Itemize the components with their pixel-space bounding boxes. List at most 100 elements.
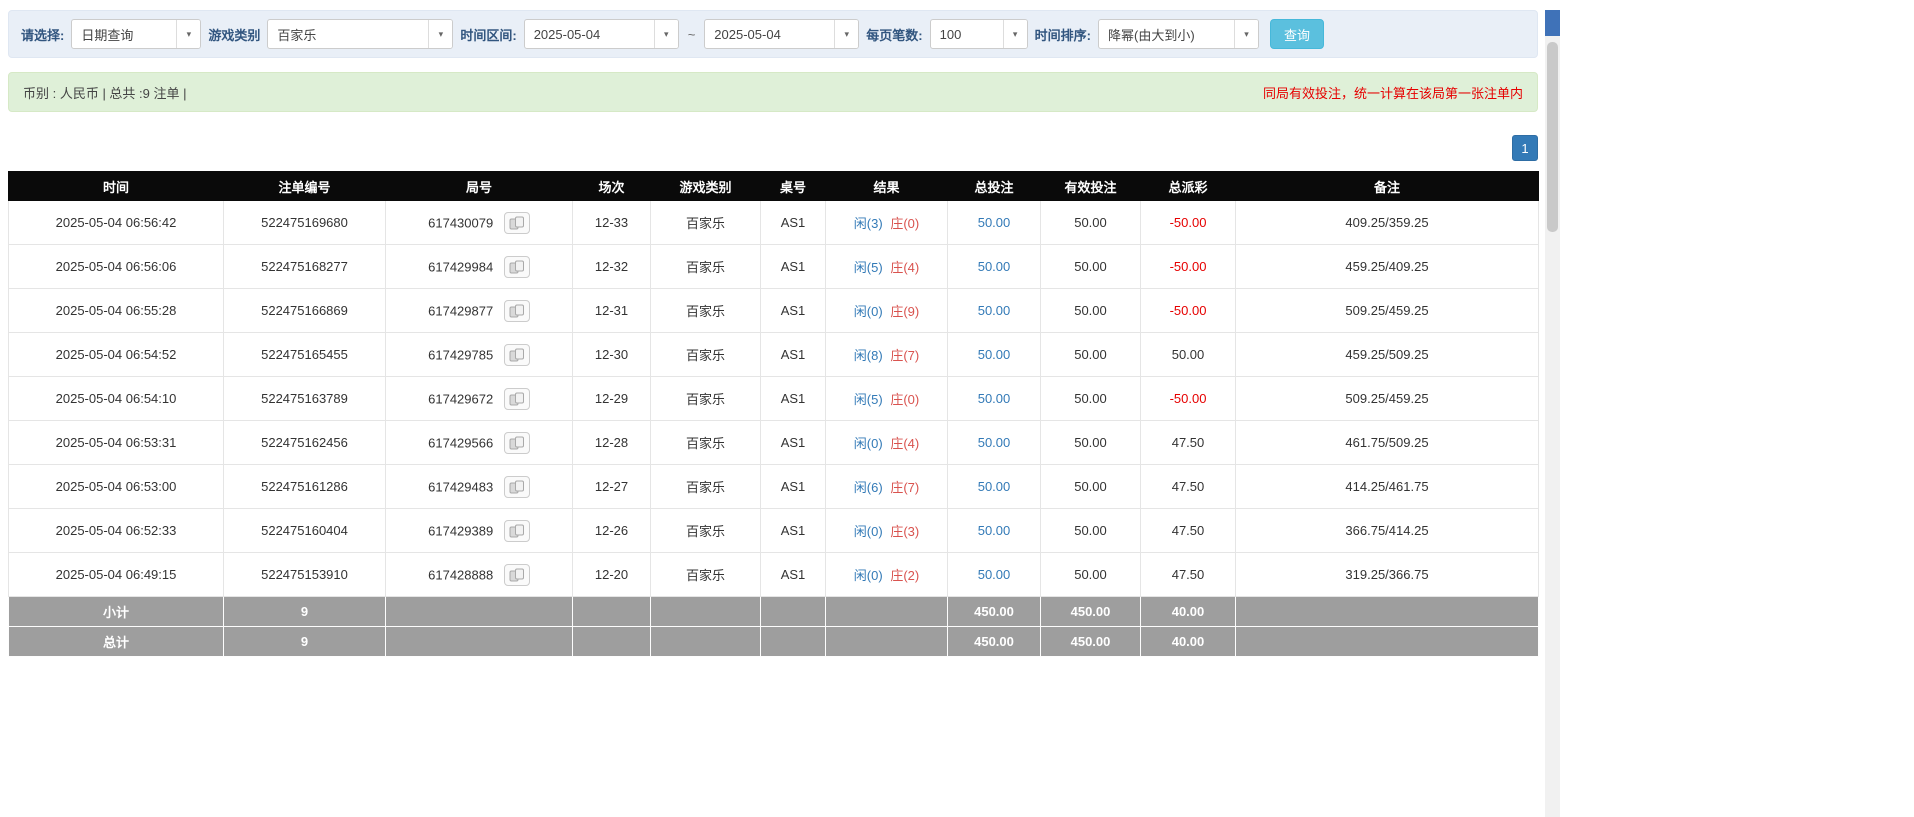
cell-empty xyxy=(761,627,826,657)
column-header: 总投注 xyxy=(948,172,1041,201)
cell-valid-bet: 50.00 xyxy=(1041,289,1141,333)
time-range-label: 时间区间: xyxy=(460,25,516,44)
cell-time: 2025-05-04 06:52:33 xyxy=(9,509,224,553)
column-header: 场次 xyxy=(573,172,651,201)
table-row: 2025-05-04 06:53:31 522475162456 6174295… xyxy=(9,421,1539,465)
date-from-dropdown[interactable]: 2025-05-04 ▾ xyxy=(524,19,679,49)
round-number-text: 617429877 xyxy=(428,303,493,318)
table-header: 时间注单编号局号场次游戏类别桌号结果总投注有效投注总派彩备注 xyxy=(9,172,1539,201)
cell-table-number: AS1 xyxy=(761,201,826,245)
cell-payout: -50.00 xyxy=(1141,201,1236,245)
cell-remark: 366.75/414.25 xyxy=(1236,509,1539,553)
cards-icon[interactable] xyxy=(504,476,530,498)
total-bet-link[interactable]: 50.00 xyxy=(978,347,1011,362)
sort-order-dropdown[interactable]: 降幂(由大到小) ▾ xyxy=(1098,19,1259,49)
page-1-button[interactable]: 1 xyxy=(1512,135,1538,161)
table-row: 2025-05-04 06:54:52 522475165455 6174297… xyxy=(9,333,1539,377)
cell-bet-number: 522475161286 xyxy=(224,465,386,509)
cell-remark: 459.25/509.25 xyxy=(1236,333,1539,377)
subtotal-count: 9 xyxy=(224,597,386,627)
bet-records-table: 时间注单编号局号场次游戏类别桌号结果总投注有效投注总派彩备注 2025-05-0… xyxy=(8,171,1539,657)
cell-bet-number: 522475163789 xyxy=(224,377,386,421)
cell-total-bet: 50.00 xyxy=(948,509,1041,553)
column-header: 结果 xyxy=(826,172,948,201)
cell-session: 12-33 xyxy=(573,201,651,245)
total-bet-link[interactable]: 50.00 xyxy=(978,303,1011,318)
cell-empty xyxy=(826,597,948,627)
date-to-dropdown[interactable]: 2025-05-04 ▾ xyxy=(704,19,859,49)
query-type-dropdown[interactable]: 日期查询 ▾ xyxy=(71,19,201,49)
cell-payout: 47.50 xyxy=(1141,465,1236,509)
total-bet-link[interactable]: 50.00 xyxy=(978,391,1011,406)
column-header: 总派彩 xyxy=(1141,172,1236,201)
chevron-down-icon: ▾ xyxy=(654,20,678,48)
scrollbar[interactable] xyxy=(1545,10,1560,817)
result-banker: 庄(7) xyxy=(890,348,919,363)
cell-empty xyxy=(761,597,826,627)
result-player: 闲(0) xyxy=(854,568,883,583)
cell-result: 闲(5) 庄(4) xyxy=(826,245,948,289)
cards-icon[interactable] xyxy=(504,388,530,410)
grand-total-row: 总计 9 450.00 450.00 40.00 xyxy=(9,627,1539,657)
cell-empty xyxy=(386,597,573,627)
chevron-down-icon: ▾ xyxy=(1234,20,1258,48)
result-banker: 庄(9) xyxy=(890,304,919,319)
result-banker: 庄(7) xyxy=(890,480,919,495)
cell-total-bet: 50.00 xyxy=(948,201,1041,245)
cell-valid-bet: 50.00 xyxy=(1041,421,1141,465)
cell-round-number: 617429389 xyxy=(386,509,573,553)
total-total-bet: 450.00 xyxy=(948,627,1041,657)
query-button[interactable]: 查询 xyxy=(1270,19,1324,49)
scrollbar-thumb[interactable] xyxy=(1547,42,1558,232)
table-row: 2025-05-04 06:49:15 522475153910 6174288… xyxy=(9,553,1539,597)
query-type-value: 日期查询 xyxy=(81,25,133,44)
game-type-dropdown[interactable]: 百家乐 ▾ xyxy=(267,19,453,49)
cell-total-bet: 50.00 xyxy=(948,553,1041,597)
cell-session: 12-30 xyxy=(573,333,651,377)
cell-payout: 47.50 xyxy=(1141,421,1236,465)
cards-icon[interactable] xyxy=(504,256,530,278)
column-header: 有效投注 xyxy=(1041,172,1141,201)
total-bet-link[interactable]: 50.00 xyxy=(978,479,1011,494)
total-bet-link[interactable]: 50.00 xyxy=(978,215,1011,230)
column-header: 时间 xyxy=(9,172,224,201)
cards-icon[interactable] xyxy=(504,212,530,234)
cell-table-number: AS1 xyxy=(761,465,826,509)
cell-result: 闲(0) 庄(2) xyxy=(826,553,948,597)
currency-total-text: 币别 : 人民币 | 总共 :9 注单 | xyxy=(23,83,187,102)
cell-bet-number: 522475168277 xyxy=(224,245,386,289)
cell-remark: 459.25/409.25 xyxy=(1236,245,1539,289)
per-page-dropdown[interactable]: 100 ▾ xyxy=(930,19,1028,49)
cell-table-number: AS1 xyxy=(761,289,826,333)
cards-icon[interactable] xyxy=(504,520,530,542)
date-to-value: 2025-05-04 xyxy=(714,27,781,42)
cards-icon[interactable] xyxy=(504,344,530,366)
cell-remark: 319.25/366.75 xyxy=(1236,553,1539,597)
cell-result: 闲(6) 庄(7) xyxy=(826,465,948,509)
total-bet-link[interactable]: 50.00 xyxy=(978,523,1011,538)
total-payout: 40.00 xyxy=(1141,627,1236,657)
cell-total-bet: 50.00 xyxy=(948,421,1041,465)
cards-icon[interactable] xyxy=(504,432,530,454)
cell-empty xyxy=(1236,597,1539,627)
cell-bet-number: 522475160404 xyxy=(224,509,386,553)
chevron-down-icon: ▾ xyxy=(176,20,200,48)
cards-icon[interactable] xyxy=(504,300,530,322)
total-bet-link[interactable]: 50.00 xyxy=(978,567,1011,582)
cards-icon[interactable] xyxy=(504,564,530,586)
cell-payout: -50.00 xyxy=(1141,377,1236,421)
table-row: 2025-05-04 06:54:10 522475163789 6174296… xyxy=(9,377,1539,421)
cell-game-type: 百家乐 xyxy=(651,201,761,245)
cell-result: 闲(0) 庄(4) xyxy=(826,421,948,465)
total-bet-link[interactable]: 50.00 xyxy=(978,435,1011,450)
cell-bet-number: 522475153910 xyxy=(224,553,386,597)
cell-remark: 414.25/461.75 xyxy=(1236,465,1539,509)
result-banker: 庄(4) xyxy=(890,436,919,451)
cell-valid-bet: 50.00 xyxy=(1041,201,1141,245)
cell-table-number: AS1 xyxy=(761,245,826,289)
total-bet-link[interactable]: 50.00 xyxy=(978,259,1011,274)
pagination: 1 xyxy=(8,135,1538,161)
cell-round-number: 617429672 xyxy=(386,377,573,421)
cell-empty xyxy=(651,597,761,627)
result-banker: 庄(0) xyxy=(890,216,919,231)
